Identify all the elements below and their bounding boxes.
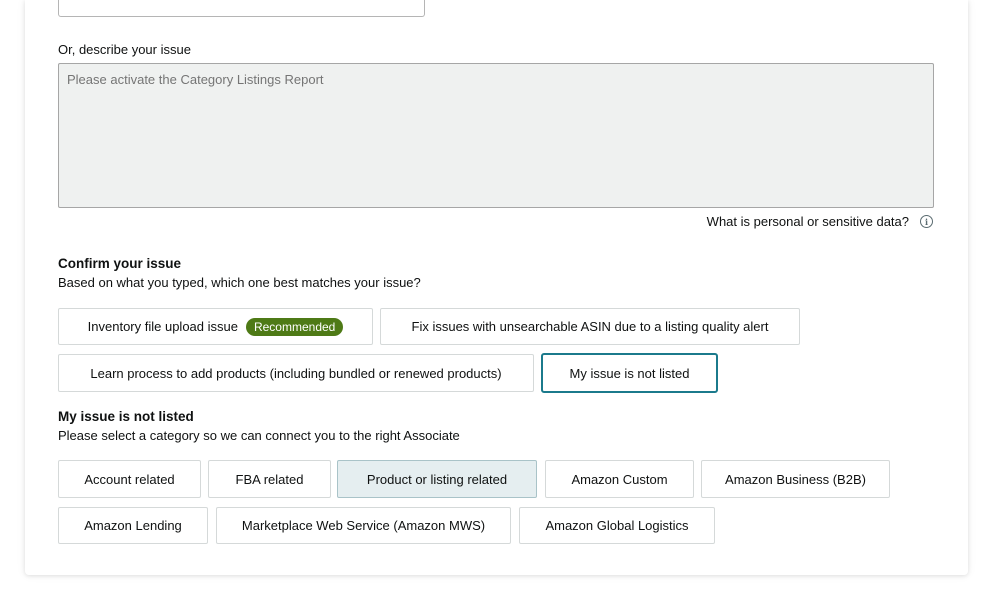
previous-input-field[interactable] [58, 0, 425, 17]
issue-option-add-products[interactable]: Learn process to add products (including… [58, 354, 534, 392]
page: Or, describe your issue What is personal… [0, 0, 985, 607]
category-amazon-lending[interactable]: Amazon Lending [58, 507, 208, 544]
category-label: Marketplace Web Service (Amazon MWS) [241, 518, 486, 533]
issue-option-inventory-upload[interactable]: Inventory file upload issue Recommended [58, 308, 373, 345]
not-listed-subtitle: Please select a category so we can conne… [58, 428, 460, 443]
category-amazon-custom[interactable]: Amazon Custom [545, 460, 694, 498]
issue-option-label: Inventory file upload issue [87, 319, 238, 334]
describe-issue-label: Or, describe your issue [58, 42, 191, 57]
category-label: Product or listing related [366, 471, 508, 487]
issue-option-unsearchable-asin[interactable]: Fix issues with unsearchable ASIN due to… [380, 308, 800, 345]
recommended-badge: Recommended [245, 317, 344, 336]
category-label: Amazon Lending [84, 518, 182, 533]
not-listed-title: My issue is not listed [58, 409, 194, 424]
issue-option-label: Fix issues with unsearchable ASIN due to… [411, 319, 769, 334]
category-amazon-global-logistics[interactable]: Amazon Global Logistics [519, 507, 715, 544]
category-label: FBA related [235, 471, 304, 487]
category-label: Amazon Global Logistics [545, 518, 689, 533]
confirm-issue-title: Confirm your issue [58, 256, 182, 271]
confirm-issue-subtitle: Based on what you typed, which one best … [58, 275, 421, 290]
category-label: Amazon Custom [571, 471, 668, 487]
category-amazon-business[interactable]: Amazon Business (B2B) [701, 460, 890, 498]
info-icon[interactable]: i [920, 215, 933, 228]
issue-option-label: My issue is not listed [569, 365, 690, 381]
category-label: Account related [84, 471, 175, 487]
issue-option-label: Learn process to add products (including… [90, 365, 502, 381]
category-product-listing-related[interactable]: Product or listing related [337, 460, 537, 498]
category-label: Amazon Business (B2B) [725, 471, 866, 487]
category-marketplace-web-service[interactable]: Marketplace Web Service (Amazon MWS) [216, 507, 511, 544]
sensitive-data-link[interactable]: What is personal or sensitive data? [707, 214, 909, 229]
category-fba-related[interactable]: FBA related [208, 460, 331, 498]
category-account-related[interactable]: Account related [58, 460, 201, 498]
describe-issue-textarea[interactable] [58, 63, 934, 208]
sensitive-data-help[interactable]: What is personal or sensitive data? i [707, 214, 933, 229]
issue-option-not-listed[interactable]: My issue is not listed [541, 353, 718, 393]
